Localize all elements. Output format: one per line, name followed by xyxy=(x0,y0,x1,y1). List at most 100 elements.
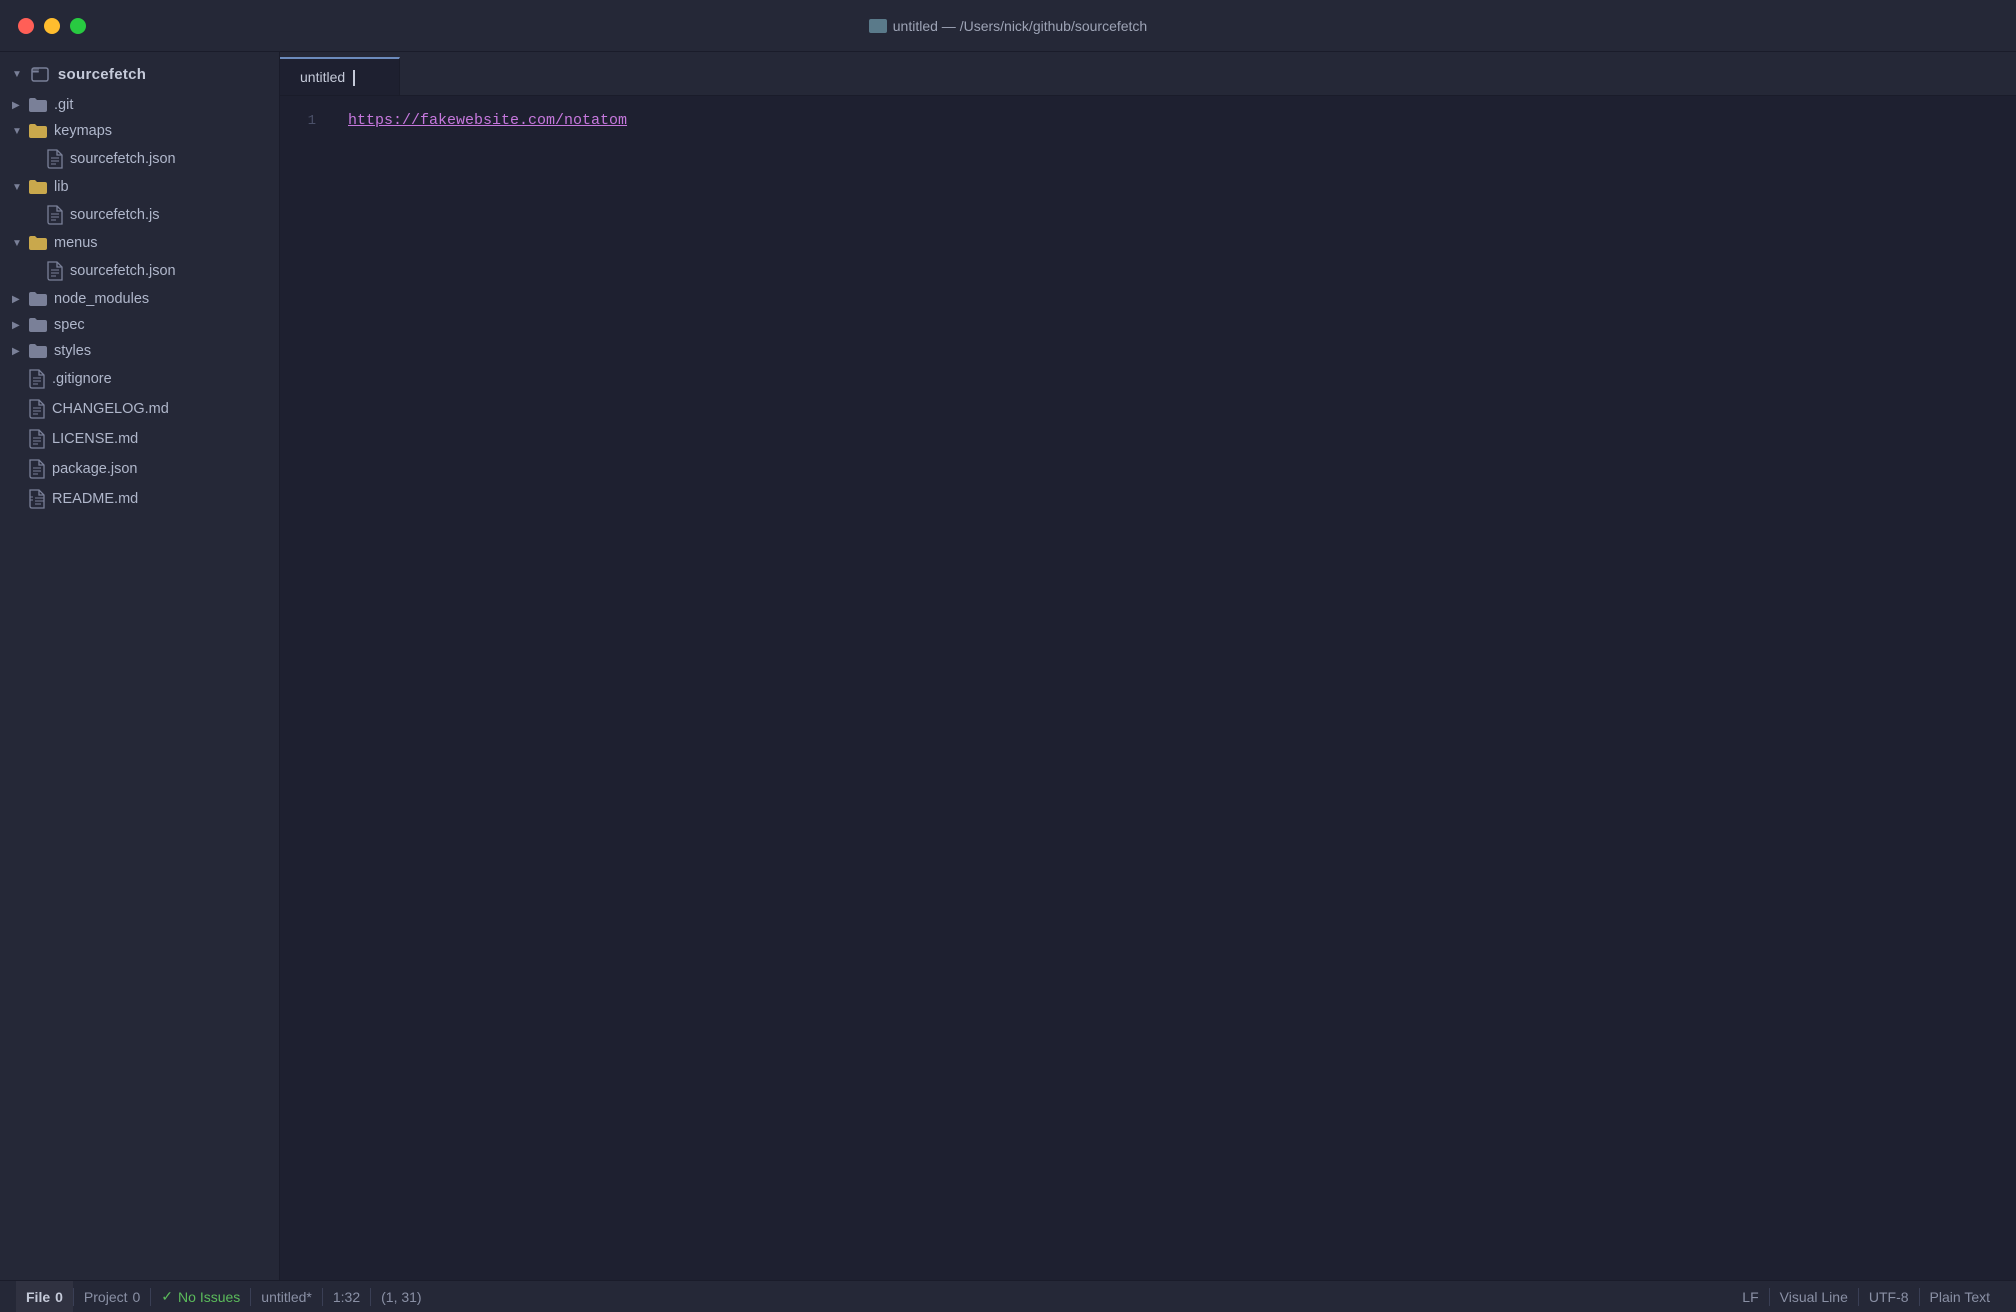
chevron-spec xyxy=(12,320,22,331)
status-encoding[interactable]: UTF-8 xyxy=(1859,1289,1919,1305)
line-content-1: https://fakewebsite.com/notatom xyxy=(340,112,2016,129)
status-project[interactable]: Project 0 xyxy=(74,1281,150,1312)
window-controls xyxy=(18,18,86,34)
chevron-node-modules xyxy=(12,294,22,305)
tabs-bar: untitled xyxy=(280,52,2016,96)
file-icon-sourcefetch-json-keymaps xyxy=(46,149,64,169)
tree-item-keymaps[interactable]: keymaps xyxy=(0,118,279,144)
tab-label-untitled: untitled xyxy=(300,69,345,85)
status-issues-label: No Issues xyxy=(178,1289,240,1305)
tree-item-readme[interactable]: README.md xyxy=(0,484,279,514)
status-file-count: 0 xyxy=(55,1289,63,1305)
editor-line-1: 1 https://fakewebsite.com/notatom xyxy=(280,112,2016,138)
tree-label-menus: menus xyxy=(54,235,98,251)
project-chevron: ▼ xyxy=(12,69,22,80)
chevron-git xyxy=(12,100,22,111)
tree-label-gitignore: .gitignore xyxy=(52,371,112,387)
tree-item-package[interactable]: package.json xyxy=(0,454,279,484)
tree-label-package: package.json xyxy=(52,461,137,477)
statusbar: File 0 Project 0 ✓ No Issues untitled* 1… xyxy=(0,1280,2016,1312)
tree-item-changelog[interactable]: CHANGELOG.md xyxy=(0,394,279,424)
folder-icon-keymaps xyxy=(28,123,48,139)
file-icon-readme xyxy=(28,489,46,509)
tree-label-changelog: CHANGELOG.md xyxy=(52,401,169,417)
tree-label-styles: styles xyxy=(54,343,91,359)
folder-icon-spec xyxy=(28,317,48,333)
tree-label-sourcefetch-json-menus: sourcefetch.json xyxy=(70,263,176,279)
status-encoding-text: UTF-8 xyxy=(1869,1289,1909,1305)
status-line-ending-text: LF xyxy=(1742,1289,1758,1305)
status-line-col[interactable]: (1, 31) xyxy=(371,1281,431,1312)
tree-item-lib[interactable]: lib xyxy=(0,174,279,200)
tree-item-sourcefetch-json-keymaps[interactable]: sourcefetch.json xyxy=(0,144,279,174)
project-icon xyxy=(30,64,50,84)
tree-item-spec[interactable]: spec xyxy=(0,312,279,338)
editor-area: untitled 1 https://fakewebsite.com/notat… xyxy=(280,52,2016,1280)
tree-item-gitignore[interactable]: .gitignore xyxy=(0,364,279,394)
tree-item-sourcefetch-js[interactable]: sourcefetch.js xyxy=(0,200,279,230)
tree-label-sourcefetch-js: sourcefetch.js xyxy=(70,207,159,223)
status-filename-text: untitled* xyxy=(261,1289,312,1305)
tab-untitled[interactable]: untitled xyxy=(280,57,400,95)
close-button[interactable] xyxy=(18,18,34,34)
tree-label-license: LICENSE.md xyxy=(52,431,138,447)
tree-item-git[interactable]: .git xyxy=(0,92,279,118)
status-visual-mode[interactable]: Visual Line xyxy=(1770,1289,1858,1305)
chevron-lib xyxy=(12,182,22,193)
tree-label-node-modules: node_modules xyxy=(54,291,149,307)
tree-item-license[interactable]: LICENSE.md xyxy=(0,424,279,454)
line-number-1: 1 xyxy=(280,113,340,129)
chevron-menus xyxy=(12,238,22,249)
main-layout: ▼ sourcefetch .git k xyxy=(0,52,2016,1280)
chevron-keymaps xyxy=(12,126,22,137)
status-line-col-text: (1, 31) xyxy=(381,1289,421,1305)
folder-icon-git xyxy=(28,97,48,113)
status-syntax-text: Plain Text xyxy=(1930,1289,1990,1305)
sidebar: ▼ sourcefetch .git k xyxy=(0,52,280,1280)
folder-icon-node-modules xyxy=(28,291,48,307)
title-text: untitled — /Users/nick/github/sourcefetc… xyxy=(893,18,1147,34)
file-icon-gitignore xyxy=(28,369,46,389)
titlebar: untitled — /Users/nick/github/sourcefetc… xyxy=(0,0,2016,52)
status-file[interactable]: File 0 xyxy=(16,1281,73,1312)
status-cursor-pos[interactable]: 1:32 xyxy=(323,1281,370,1312)
status-right: LF Visual Line UTF-8 Plain Text xyxy=(1732,1288,2000,1306)
url-text[interactable]: https://fakewebsite.com/notatom xyxy=(348,112,627,129)
file-icon-package xyxy=(28,459,46,479)
project-header[interactable]: ▼ sourcefetch xyxy=(0,56,279,92)
tab-cursor-indicator xyxy=(353,68,355,85)
status-visual-mode-text: Visual Line xyxy=(1780,1289,1848,1305)
status-issues[interactable]: ✓ No Issues xyxy=(151,1281,250,1312)
tree-item-menus[interactable]: menus xyxy=(0,230,279,256)
editor-content[interactable]: 1 https://fakewebsite.com/notatom xyxy=(280,96,2016,1280)
tree-label-sourcefetch-json-keymaps: sourcefetch.json xyxy=(70,151,176,167)
status-filename[interactable]: untitled* xyxy=(251,1281,322,1312)
project-name: sourcefetch xyxy=(58,66,146,83)
folder-icon-menus xyxy=(28,235,48,251)
tree-label-lib: lib xyxy=(54,179,69,195)
file-icon-changelog xyxy=(28,399,46,419)
file-icon-sourcefetch-json-menus xyxy=(46,261,64,281)
chevron-styles xyxy=(12,346,22,357)
maximize-button[interactable] xyxy=(70,18,86,34)
tree-label-keymaps: keymaps xyxy=(54,123,112,139)
status-cursor-text: 1:32 xyxy=(333,1289,360,1305)
status-project-count: 0 xyxy=(133,1289,141,1305)
file-icon-sourcefetch-js xyxy=(46,205,64,225)
tree-label-git: .git xyxy=(54,97,73,113)
tree-item-sourcefetch-json-menus[interactable]: sourcefetch.json xyxy=(0,256,279,286)
folder-icon-styles xyxy=(28,343,48,359)
folder-icon-lib xyxy=(28,179,48,195)
file-icon-license xyxy=(28,429,46,449)
window-title: untitled — /Users/nick/github/sourcefetc… xyxy=(869,18,1147,34)
minimize-button[interactable] xyxy=(44,18,60,34)
tree-item-styles[interactable]: styles xyxy=(0,338,279,364)
tree-item-node-modules[interactable]: node_modules xyxy=(0,286,279,312)
status-line-ending[interactable]: LF xyxy=(1732,1289,1768,1305)
tree-label-readme: README.md xyxy=(52,491,138,507)
check-icon: ✓ xyxy=(161,1288,173,1305)
status-file-label: File xyxy=(26,1289,50,1305)
status-project-label: Project xyxy=(84,1289,128,1305)
status-syntax[interactable]: Plain Text xyxy=(1920,1289,2000,1305)
file-icon-title xyxy=(869,19,887,33)
